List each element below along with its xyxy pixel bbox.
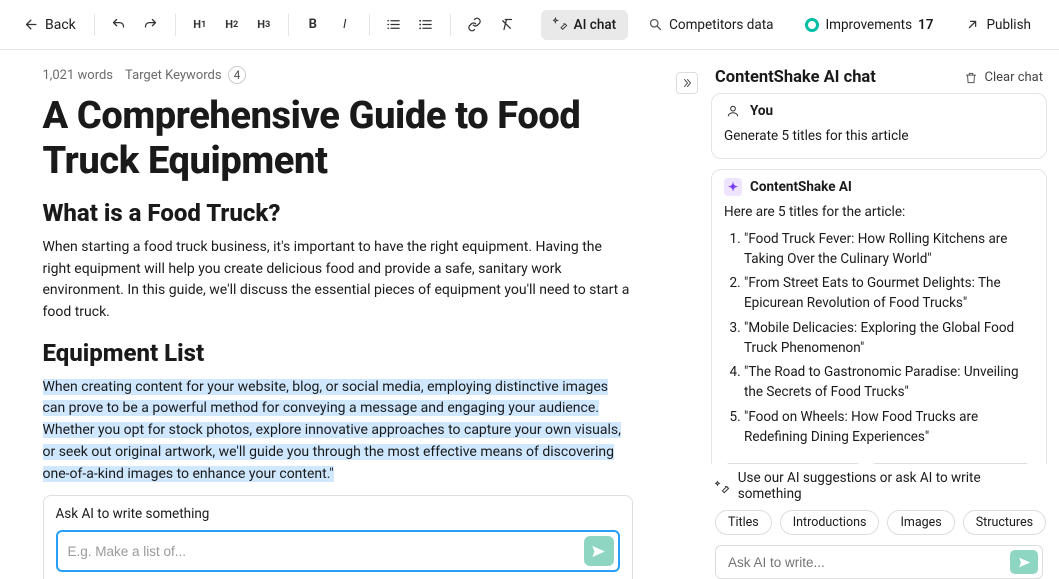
send-icon (591, 544, 606, 559)
target-keywords-count: 4 (228, 66, 247, 84)
word-count: 1,021 words (43, 68, 114, 83)
pen-sparkle-icon (553, 17, 568, 32)
suggested-title: "Food Truck Fever: How Rolling Kitchens … (744, 229, 1034, 270)
chat-user-message: You Generate 5 titles for this article (711, 93, 1047, 159)
ordered-list-button[interactable] (380, 11, 408, 39)
suggested-title: "From Street Eats to Gourmet Delights: T… (744, 273, 1034, 314)
chip-images[interactable]: Images (887, 510, 954, 535)
clear-format-button[interactable] (493, 11, 521, 39)
magnifier-icon (648, 17, 663, 32)
pen-sparkle-icon (715, 479, 730, 494)
suggested-title: "Food on Wheels: How Food Trucks are Red… (744, 407, 1034, 448)
chip-titles[interactable]: Titles (715, 510, 772, 535)
clear-chat-label: Clear chat (984, 70, 1043, 85)
bot-intro-text: Here are 5 titles for the article: (724, 202, 1034, 222)
chat-title: ContentShake AI chat (715, 68, 876, 87)
link-icon (467, 17, 482, 32)
clear-format-icon (499, 17, 514, 32)
user-message-text: Generate 5 titles for this article (712, 122, 1046, 158)
paragraph-intro[interactable]: When starting a food truck business, it'… (43, 237, 633, 324)
ai-chat-label: AI chat (574, 17, 616, 33)
link-button[interactable] (461, 11, 489, 39)
ask-ai-label: Ask AI to write something (56, 506, 620, 522)
unordered-list-button[interactable] (412, 11, 440, 39)
ask-ai-input[interactable] (68, 544, 576, 559)
redo-button[interactable] (137, 11, 165, 39)
heading-equipment-list[interactable]: Equipment List (43, 338, 633, 369)
bot-icon: ✦ (724, 178, 742, 196)
chip-introductions[interactable]: Introductions (780, 510, 880, 535)
suggestion-line: Use our AI suggestions or ask AI to writ… (738, 470, 1043, 502)
doc-title[interactable]: A Comprehensive Guide to Food Truck Equi… (43, 94, 633, 184)
highlighted-text: When creating content for your website, … (43, 379, 621, 482)
redo-icon (143, 17, 158, 32)
send-icon (1018, 556, 1031, 569)
competitors-tab[interactable]: Competitors data (636, 10, 785, 40)
chevron-right-double-icon (681, 77, 693, 89)
collapse-chat-button[interactable] (676, 72, 698, 94)
suggested-title: "Mobile Delicacies: Exploring the Global… (744, 318, 1034, 359)
chat-input[interactable] (728, 555, 1002, 570)
trash-icon (964, 71, 978, 85)
chip-structures[interactable]: Structures (963, 510, 1046, 535)
italic-button[interactable]: I (331, 11, 359, 39)
bold-button[interactable]: B (299, 11, 327, 39)
suggested-title: "The Road to Gastronomic Paradise: Unvei… (744, 362, 1034, 403)
h3-button[interactable]: H3 (250, 11, 278, 39)
ordered-list-icon (386, 17, 401, 32)
ask-ai-send-button[interactable] (584, 536, 614, 566)
publish-label: Publish (986, 17, 1031, 33)
share-arrow-icon (965, 17, 980, 32)
undo-button[interactable] (105, 11, 133, 39)
paragraph-highlighted[interactable]: When creating content for your website, … (43, 377, 633, 485)
publish-button[interactable]: Publish (953, 10, 1043, 40)
ai-chat-tab[interactable]: AI chat (541, 10, 628, 40)
back-button[interactable]: Back (16, 11, 84, 39)
competitors-label: Competitors data (669, 17, 773, 33)
h2-button[interactable]: H2 (218, 11, 246, 39)
improvements-label: Improvements (825, 17, 912, 33)
h1-button[interactable]: H1 (186, 11, 214, 39)
toolbar: Back H1 H2 H3 B I AI chat Competitors da… (0, 0, 1059, 50)
improvements-count: 17 (918, 17, 933, 33)
improvements-tab[interactable]: Improvements 17 (793, 10, 945, 40)
bot-label: ContentShake AI (750, 179, 852, 195)
chat-send-button[interactable] (1010, 550, 1038, 574)
arrow-left-icon (24, 17, 39, 32)
chat-bot-message: ✦ ContentShake AI Here are 5 titles for … (711, 169, 1047, 464)
chat-panel: ContentShake AI chat Clear chat You Gene… (699, 50, 1059, 579)
user-icon (724, 102, 742, 120)
collapse-chat-handle (675, 50, 699, 579)
back-label: Back (45, 17, 76, 33)
undo-icon (111, 17, 126, 32)
unordered-list-icon (418, 17, 433, 32)
improvements-ring-icon (805, 18, 819, 32)
ask-ai-panel: Ask AI to write something Continue writi… (43, 495, 633, 579)
clear-chat-button[interactable]: Clear chat (964, 70, 1043, 85)
heading-what-is[interactable]: What is a Food Truck? (43, 198, 633, 229)
target-keywords-label: Target Keywords (125, 68, 222, 83)
editor-pane: 1,021 words Target Keywords 4 A Comprehe… (0, 50, 675, 579)
user-label: You (750, 103, 773, 119)
